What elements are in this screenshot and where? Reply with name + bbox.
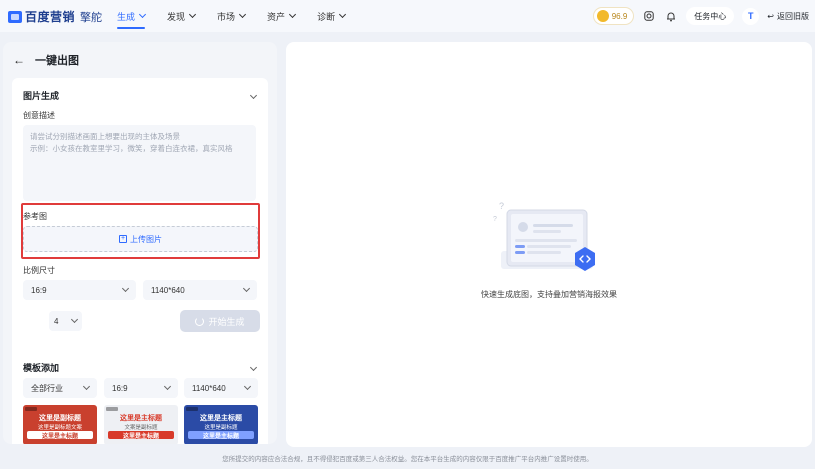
brand-name: 百度营销 (25, 10, 76, 24)
chevron-down-icon (121, 284, 130, 293)
thumb-headline: 这里是主标题 (27, 431, 93, 440)
chevron-down-icon[interactable] (249, 362, 258, 372)
start-generate-button[interactable]: 开始生成 (180, 310, 260, 332)
chevron-down-icon[interactable] (249, 90, 258, 100)
nav-label: 资产 (267, 11, 286, 22)
main-nav: 生成 发现 市场 资产 诊断 (117, 0, 367, 32)
preview-panel: ? ? 快速生成底图，支持叠加营销海报效果 (286, 42, 812, 447)
back-old-label: 返回旧版 (777, 11, 809, 21)
thumb-headline: 这里是主标题 (188, 431, 254, 440)
thumb-headline: 这里是主标题 (108, 431, 174, 440)
nav-item-market[interactable]: 市场 (217, 0, 247, 32)
chevron-down-icon (163, 382, 172, 391)
score-badge[interactable]: 96.9 (592, 7, 635, 25)
coin-icon (596, 10, 609, 22)
svg-text:?: ? (499, 201, 504, 211)
nav-label: 市场 (217, 11, 236, 22)
template-thumbnail[interactable]: 这里是副标题 这里是副标题文案 这里是主标题 (23, 405, 97, 444)
creative-description-textarea[interactable]: 请尝试分别描述画面上想要出现的主体及场景 示例：小女孩在教室里学习，微笑，穿着白… (23, 125, 256, 201)
nav-label: 诊断 (317, 11, 336, 22)
left-panel: ← 一键出图 图片生成 创意描述 请尝试分别描述画面上想要出现的主体及场景 示例… (3, 42, 277, 444)
back-to-old-version-button[interactable]: ↩ 返回旧版 (767, 11, 809, 22)
section-title: 模板添加 (23, 363, 60, 373)
upload-label: 上传图片 (130, 234, 162, 244)
template-thumbnail[interactable]: 这里是主标题 这里是副标题 这里是主标题 (184, 405, 258, 444)
upload-image-button[interactable]: + 上传图片 (23, 226, 258, 252)
thumb-title: 这里是主标题 (120, 415, 162, 422)
nav-item-assets[interactable]: 资产 (267, 0, 297, 32)
bell-icon[interactable] (664, 9, 678, 23)
chevron-down-icon (82, 382, 91, 391)
chevron-down-icon (243, 382, 252, 391)
nav-label: 发现 (167, 11, 186, 22)
industry-value: 全部行业 (31, 383, 63, 393)
product-name: 擎舵 (80, 11, 103, 24)
ratio-select[interactable]: 16:9 (23, 280, 136, 300)
size-select[interactable]: 1140*640 (143, 280, 257, 300)
top-header: 百度营销 擎舵 生成 发现 市场 资产 诊断 96.9 任务中心 T ↩ 返回旧… (0, 0, 815, 32)
chevron-down-icon (289, 10, 297, 19)
thumb-sub: 文案是副标题 (124, 425, 158, 431)
chevron-down-icon (188, 10, 197, 19)
placeholder-line: 示例：小女孩在教室里学习，微笑，穿着白连衣裙，真实风格 (30, 144, 233, 153)
nav-item-discover[interactable]: 发现 (167, 0, 197, 32)
panel-title-row: ← 一键出图 (13, 52, 79, 68)
placeholder-line: 请尝试分别描述画面上想要出现的主体及场景 (30, 132, 180, 141)
nav-item-generate[interactable]: 生成 (117, 0, 147, 32)
empty-state-illustration: ? ? (493, 199, 608, 279)
nav-label: 生成 (117, 11, 136, 22)
thumb-tag (106, 407, 118, 411)
creative-label: 创意描述 (23, 111, 55, 120)
back-arrow-icon[interactable]: ← (13, 53, 25, 67)
task-center-button[interactable]: 任务中心 (686, 7, 735, 25)
logo-mark-icon (8, 10, 22, 23)
ratio-value: 16:9 (31, 285, 47, 295)
footer-notice: 您所提交的内容应合法合规，且不得侵犯百度或第三人合法权益。您在本平台生成的内容仅… (222, 456, 593, 463)
header-actions: 96.9 任务中心 T ↩ 返回旧版 (592, 5, 809, 27)
chevron-down-icon (242, 284, 251, 293)
thumb-tag (25, 407, 37, 411)
template-size-value: 1140*640 (192, 383, 226, 393)
reference-label: 参考图 (23, 212, 47, 221)
industry-select[interactable]: 全部行业 (23, 378, 97, 398)
chevron-down-icon (339, 10, 347, 19)
page-title: 一键出图 (35, 55, 79, 67)
score-value: 96.9 (611, 11, 628, 21)
template-card: 模板添加 全部行业 16:9 1140*640 这里是副标题 这里是副标题文案 … (12, 350, 268, 444)
thumb-title: 这里是副标题 (39, 415, 81, 422)
section-title: 图片生成 (23, 91, 60, 101)
instagram-icon[interactable] (642, 9, 656, 23)
generate-label: 开始生成 (208, 316, 245, 327)
chevron-down-icon (138, 10, 147, 19)
undo-icon: ↩ (767, 11, 774, 21)
brand-logo[interactable]: 百度营销 擎舵 (8, 8, 102, 25)
image-generation-card: 图片生成 创意描述 请尝试分别描述画面上想要出现的主体及场景 示例：小女孩在教室… (12, 78, 268, 378)
thumb-title: 这里是主标题 (200, 415, 242, 422)
template-ratio-select[interactable]: 16:9 (104, 378, 178, 398)
loading-icon (195, 316, 205, 326)
template-ratio-value: 16:9 (112, 383, 128, 393)
count-select[interactable]: 4 (49, 311, 82, 331)
thumb-sub: 这里是副标题 (204, 425, 238, 431)
thumb-tag (186, 407, 198, 411)
count-value: 4 (54, 316, 59, 326)
empty-state-text: 快速生成底图，支持叠加营销海报效果 (481, 290, 617, 299)
size-value: 1140*640 (151, 285, 185, 295)
plus-icon: + (119, 235, 127, 243)
chevron-down-icon (239, 10, 247, 19)
chevron-down-icon (70, 315, 79, 324)
nav-item-diagnose[interactable]: 诊断 (317, 0, 347, 32)
ratio-label: 比例尺寸 (23, 266, 55, 275)
template-size-select[interactable]: 1140*640 (184, 378, 258, 398)
template-thumbnail[interactable]: 这里是主标题 文案是副标题 这里是主标题 (104, 405, 178, 444)
thumb-sub: 这里是副标题文案 (37, 425, 82, 431)
svg-text:?: ? (493, 216, 497, 223)
avatar[interactable]: T (742, 7, 760, 25)
